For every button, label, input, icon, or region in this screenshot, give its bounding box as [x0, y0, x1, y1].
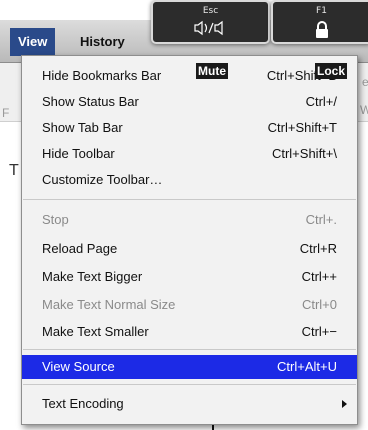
menu-item-shortcut: Ctrl+0: [301, 297, 337, 312]
menu-item-label: Stop: [42, 212, 69, 227]
menu-item-label: Make Text Smaller: [42, 324, 149, 339]
menu-item-label: Make Text Normal Size: [42, 297, 176, 312]
menu-item-stop: Stop Ctrl+.: [22, 208, 357, 232]
background-text-fragment: e: [362, 75, 368, 89]
submenu-arrow-icon: [342, 400, 347, 408]
menu-item-make-text-bigger[interactable]: Make Text Bigger Ctrl++: [22, 265, 357, 289]
menu-item-shortcut: Ctrl+Shift+\: [271, 146, 337, 161]
menu-item-label: Text Encoding: [42, 396, 124, 411]
page-text-cursor: T: [9, 162, 19, 179]
menu-item-shortcut: Ctrl+Shift+T: [267, 120, 337, 135]
menu-item-show-status-bar[interactable]: Show Status Bar Ctrl+/: [22, 90, 357, 114]
menu-separator: [23, 199, 356, 200]
key-label: Esc: [202, 6, 219, 16]
menu-item-label: Reload Page: [42, 241, 118, 256]
background-text-fragment: W: [360, 103, 368, 117]
menu-item-shortcut: Ctrl+/: [305, 94, 337, 109]
lock-icon: [273, 20, 368, 45]
key-label: F1: [316, 6, 327, 16]
menu-item-make-text-normal-size: Make Text Normal Size Ctrl+0: [22, 293, 357, 317]
lock-tooltip: Lock: [315, 63, 348, 79]
view-menu: Hide Bookmarks Bar Ctrl+Shift+B Show Sta…: [21, 55, 358, 425]
menu-item-label: Make Text Bigger: [42, 269, 143, 284]
esc-key-overlay: Esc: [151, 0, 270, 44]
menubar-item-history[interactable]: History: [72, 28, 133, 56]
menu-item-text-encoding[interactable]: Text Encoding: [22, 392, 357, 416]
menu-item-shortcut: Ctrl+Alt+U: [277, 359, 337, 374]
menu-item-label: View Source: [42, 359, 115, 374]
menu-item-shortcut: Ctrl+−: [301, 324, 337, 339]
menu-item-show-tab-bar[interactable]: Show Tab Bar Ctrl+Shift+T: [22, 116, 357, 140]
menu-separator: [23, 349, 356, 350]
background-text-fragment: F: [2, 106, 10, 120]
menu-item-label: Hide Toolbar: [42, 146, 115, 161]
menu-item-view-source[interactable]: View Source Ctrl+Alt+U: [22, 355, 357, 379]
menu-item-reload-page[interactable]: Reload Page Ctrl+R: [22, 237, 357, 261]
menu-item-make-text-smaller[interactable]: Make Text Smaller Ctrl+−: [22, 320, 357, 344]
menu-item-shortcut: Ctrl+R: [299, 241, 337, 256]
menu-item-customize-toolbar[interactable]: Customize Toolbar…: [22, 168, 357, 192]
menu-item-label: Show Status Bar: [42, 94, 139, 109]
menu-item-hide-bookmarks-bar[interactable]: Hide Bookmarks Bar Ctrl+Shift+B: [22, 64, 357, 88]
menu-item-label: Customize Toolbar…: [42, 172, 163, 187]
menu-item-shortcut: Ctrl+.: [305, 212, 337, 227]
menu-item-hide-toolbar[interactable]: Hide Toolbar Ctrl+Shift+\: [22, 142, 357, 166]
menubar-item-view[interactable]: View: [10, 28, 56, 56]
f1-key-overlay: F1: [271, 0, 368, 44]
menu-separator: [23, 384, 356, 385]
menu-item-label: Hide Bookmarks Bar: [42, 68, 162, 83]
menu-item-shortcut: Ctrl++: [301, 269, 337, 284]
menu-item-label: Show Tab Bar: [42, 120, 123, 135]
speaker-mute-icon: [153, 20, 268, 41]
mute-tooltip: Mute: [196, 63, 228, 79]
